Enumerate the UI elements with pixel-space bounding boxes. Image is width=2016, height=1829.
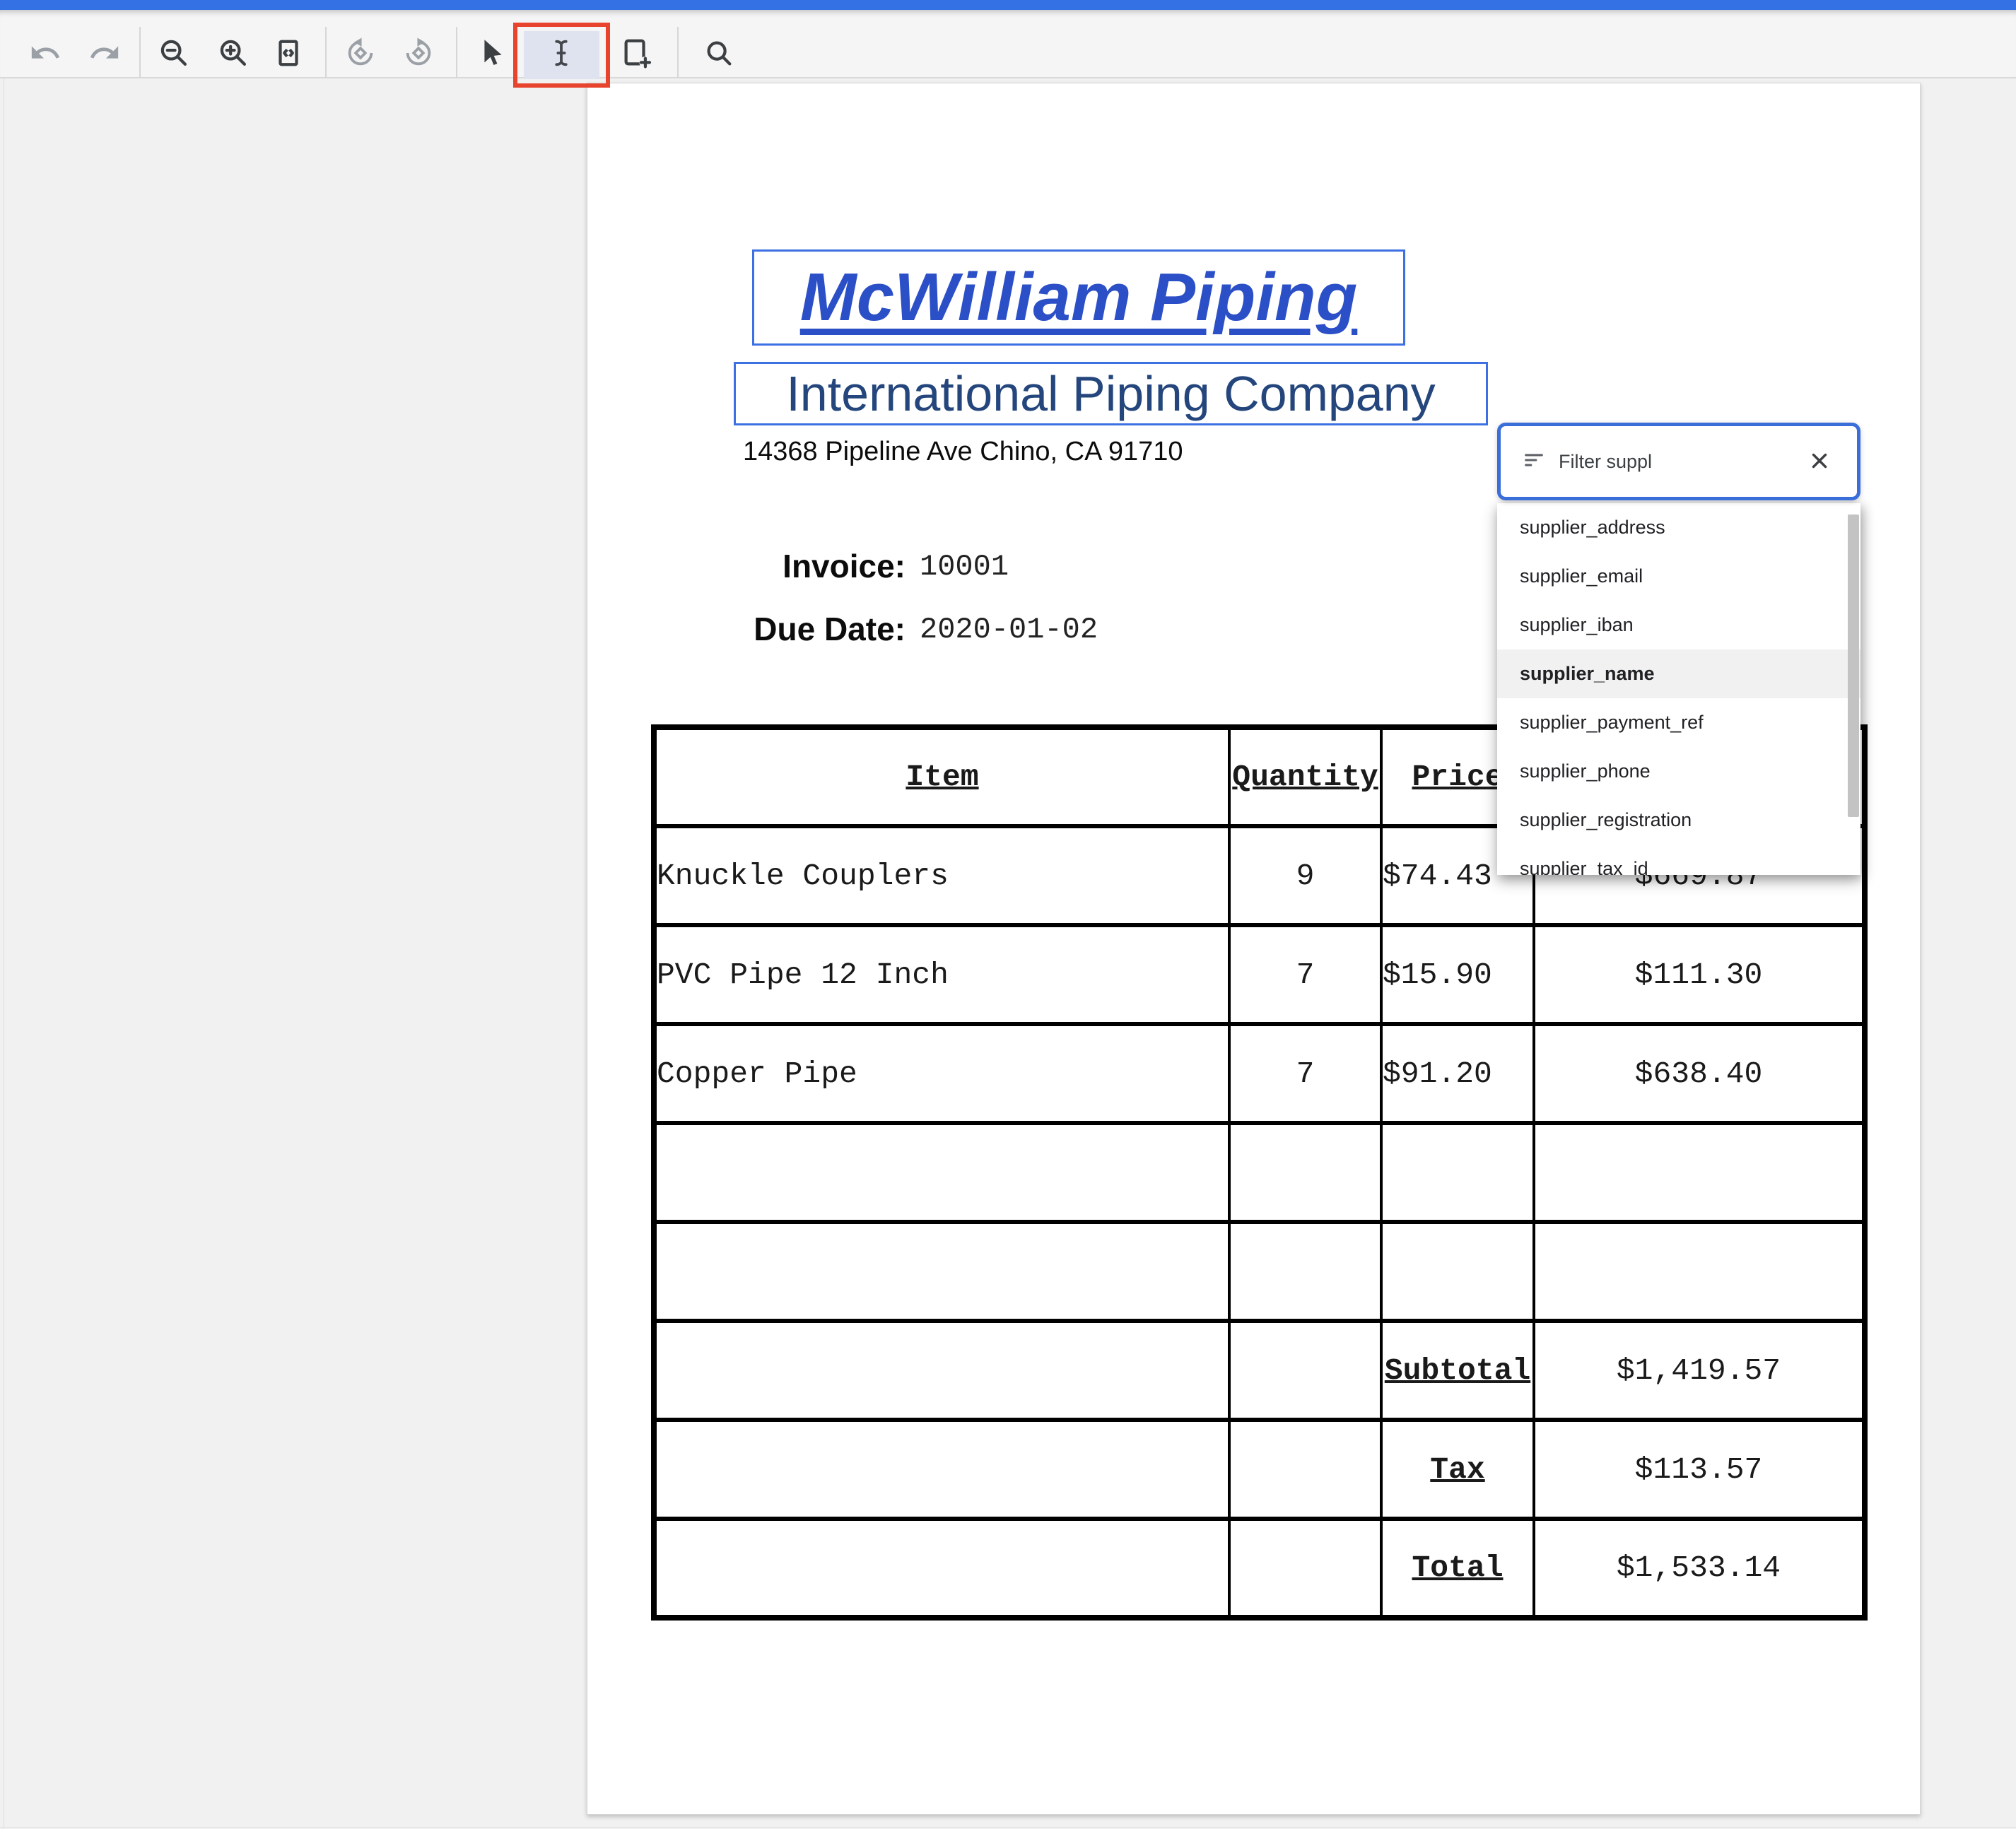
toolbar: [0, 10, 2016, 78]
annotation-box-supplier-tagline[interactable]: International Piping Company: [734, 362, 1488, 425]
select-cursor-button[interactable]: [469, 31, 514, 76]
annotation-box-supplier-name[interactable]: McWilliam Piping: [752, 249, 1405, 346]
option-supplier-email[interactable]: supplier_email: [1497, 552, 1860, 601]
empty-cell: [654, 1420, 1229, 1519]
fit-to-page-icon: [272, 37, 305, 71]
filter-query-text[interactable]: Filter suppl: [1559, 451, 1807, 473]
empty-cell: [1229, 1222, 1381, 1321]
field-filter-input[interactable]: Filter suppl: [1497, 423, 1860, 500]
subtotal-value[interactable]: $1,419.57: [1534, 1321, 1865, 1420]
toolbar-divider: [139, 27, 141, 78]
empty-cell: [1534, 1222, 1865, 1321]
rotate-right-button[interactable]: [396, 31, 441, 76]
price-cell[interactable]: $15.90: [1381, 925, 1534, 1024]
close-icon: [1807, 449, 1832, 475]
supplier-name-text[interactable]: McWilliam Piping: [800, 259, 1358, 336]
filter-icon: [1522, 448, 1546, 476]
list-scrollbar-thumb[interactable]: [1848, 514, 1859, 817]
column-header-item: Item: [654, 727, 1229, 826]
table-row: PVC Pipe 12 Inch 7 $15.90 $111.30: [654, 925, 1865, 1024]
item-cell[interactable]: Copper Pipe: [654, 1024, 1229, 1123]
active-tool-outline: [513, 23, 610, 88]
select-cursor-icon: [475, 37, 508, 71]
document-page: McWilliam Piping International Piping Co…: [587, 83, 1921, 1815]
option-supplier-iban[interactable]: supplier_iban: [1497, 601, 1860, 649]
option-supplier-registration[interactable]: supplier_registration: [1497, 796, 1860, 845]
toolbar-divider: [677, 27, 679, 78]
empty-cell: [654, 1321, 1229, 1420]
quantity-cell[interactable]: 9: [1229, 826, 1381, 925]
option-supplier-phone[interactable]: supplier_phone: [1497, 747, 1860, 796]
option-supplier-payment-ref[interactable]: supplier_payment_ref: [1497, 698, 1860, 747]
quantity-cell[interactable]: 7: [1229, 925, 1381, 1024]
tax-label: Tax: [1381, 1420, 1534, 1519]
option-supplier-name[interactable]: supplier_name: [1497, 649, 1860, 698]
search-button[interactable]: [696, 31, 742, 76]
zoom-out-icon: [158, 37, 190, 71]
table-empty-row: [654, 1123, 1865, 1222]
undo-icon: [29, 37, 61, 71]
app-header-bar: [0, 0, 2016, 10]
add-annotation-icon: [620, 37, 652, 71]
table-row: Copper Pipe 7 $91.20 $638.40: [654, 1024, 1865, 1123]
empty-cell: [1534, 1123, 1865, 1222]
total-label: Total: [1381, 1519, 1534, 1618]
supplier-tagline-text[interactable]: International Piping Company: [786, 365, 1435, 422]
rotate-left-button[interactable]: [338, 31, 383, 76]
field-option-list: supplier_address supplier_email supplier…: [1497, 503, 1860, 875]
price-cell[interactable]: $91.20: [1381, 1024, 1534, 1123]
toolbar-divider: [456, 27, 457, 78]
total-value[interactable]: $1,533.14: [1534, 1519, 1865, 1618]
table-summary-row: Subtotal $1,419.57: [654, 1321, 1865, 1420]
empty-cell: [1381, 1123, 1534, 1222]
undo-button[interactable]: [23, 31, 68, 76]
empty-cell: [1229, 1123, 1381, 1222]
table-summary-row: Tax $113.57: [654, 1420, 1865, 1519]
item-cell[interactable]: Knuckle Couplers: [654, 826, 1229, 925]
supplier-address-text[interactable]: 14368 Pipeline Ave Chino, CA 91710: [743, 437, 1183, 467]
empty-cell: [1229, 1321, 1381, 1420]
add-annotation-button[interactable]: [614, 31, 659, 76]
close-button[interactable]: [1807, 449, 1832, 474]
empty-cell: [1381, 1222, 1534, 1321]
empty-cell: [1229, 1420, 1381, 1519]
quantity-cell[interactable]: 7: [1229, 1024, 1381, 1123]
fit-to-page-button[interactable]: [266, 31, 311, 76]
window-bottom-edge: [0, 1827, 2016, 1828]
item-cell[interactable]: PVC Pipe 12 Inch: [654, 925, 1229, 1024]
column-header-quantity: Quantity: [1229, 727, 1381, 826]
amount-cell[interactable]: $111.30: [1534, 925, 1865, 1024]
rotate-right-icon: [402, 37, 435, 71]
zoom-in-icon: [217, 37, 250, 71]
empty-cell: [654, 1123, 1229, 1222]
tax-value[interactable]: $113.57: [1534, 1420, 1865, 1519]
empty-cell: [1229, 1519, 1381, 1618]
zoom-in-button[interactable]: [211, 31, 256, 76]
empty-cell: [654, 1519, 1229, 1618]
amount-cell[interactable]: $638.40: [1534, 1024, 1865, 1123]
due-date-value[interactable]: 2020-01-02: [920, 613, 1098, 647]
due-date-label: Due Date:: [587, 610, 906, 648]
rotate-left-icon: [344, 37, 377, 71]
empty-cell: [654, 1222, 1229, 1321]
redo-button[interactable]: [82, 31, 127, 76]
table-summary-row: Total $1,533.14: [654, 1519, 1865, 1618]
option-supplier-tax-id[interactable]: supplier_tax_id: [1497, 845, 1860, 875]
table-empty-row: [654, 1222, 1865, 1321]
toolbar-divider: [325, 27, 327, 78]
zoom-out-button[interactable]: [151, 31, 197, 76]
invoice-number-value[interactable]: 10001: [920, 550, 1009, 584]
invoice-number-label: Invoice:: [587, 547, 906, 585]
search-icon: [703, 37, 735, 71]
redo-icon: [88, 37, 121, 71]
subtotal-label: Subtotal: [1381, 1321, 1534, 1420]
option-supplier-address[interactable]: supplier_address: [1497, 503, 1860, 552]
